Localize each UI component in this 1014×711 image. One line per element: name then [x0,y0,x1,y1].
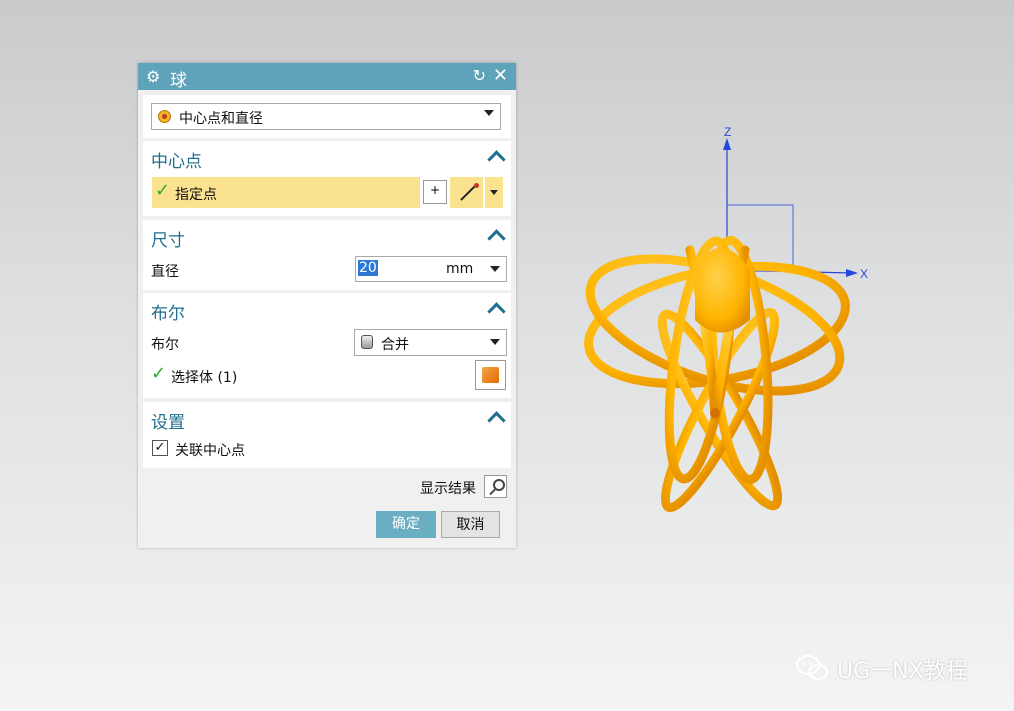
check-icon: ✓ [151,363,167,384]
specify-point-row[interactable]: ✓ 指定点 [152,177,420,208]
diameter-unit[interactable]: mm [446,261,473,277]
model-canvas[interactable]: Z X [560,110,890,540]
close-icon[interactable]: ✕ [493,65,508,86]
select-body-button[interactable] [475,360,506,390]
point-dot-icon [474,183,479,188]
unite-icon [361,335,373,349]
select-body-label[interactable]: 选择体 (1) [171,367,237,387]
type-panel: 中心点和直径 [143,95,511,138]
size-section: 尺寸 直径 20 mm [143,220,511,290]
collapse-chevron-icon[interactable] [487,150,506,169]
center-point-marker [710,408,720,418]
x-axis-label: X [860,267,868,281]
diameter-label: 直径 [151,264,179,280]
dialog-title: 球 [170,71,187,91]
ok-button[interactable]: 确定 [376,511,436,538]
center-point-section-title: 中心点 [151,152,202,172]
chevron-down-icon [484,110,494,116]
size-section-title: 尺寸 [151,231,185,251]
diameter-value[interactable]: 20 [358,260,378,276]
chevron-down-icon[interactable] [490,266,500,272]
sphere-dialog: ⚙ 球 ↻ ✕ 中心点和直径 中心点 ✓ 指定点 + 尺寸 直径 20 mm 布… [138,63,516,548]
dialog-titlebar: ⚙ 球 ↻ ✕ [138,63,516,91]
collapse-chevron-icon[interactable] [487,229,506,248]
solid-body-icon [482,367,499,383]
check-icon: ✓ [155,180,171,201]
watermark-text: UG一NX教程 [837,659,968,684]
center-point-section: 中心点 ✓ 指定点 + [143,141,511,216]
gear-icon: ⚙ [146,67,161,86]
boolean-section: 布尔 布尔 合并 ✓ 选择体 (1) [143,293,511,398]
associative-center-checkbox[interactable]: ✓ [152,440,168,456]
diameter-input[interactable]: 20 mm [355,256,507,282]
chevron-down-icon [490,190,498,195]
z-axis-label: Z [724,125,731,139]
show-result-button[interactable] [484,475,507,498]
settings-section-title: 设置 [151,413,185,433]
point-line-icon [460,185,476,201]
chevron-down-icon [490,339,500,345]
z-axis-arrow [723,138,731,150]
point-dialog-button[interactable]: + [423,180,447,204]
reset-icon[interactable]: ↻ [473,66,486,85]
boolean-label: 布尔 [151,337,179,353]
inferred-point-button[interactable] [450,177,483,208]
collapse-chevron-icon[interactable] [487,302,506,321]
cancel-button[interactable]: 取消 [441,511,500,538]
wechat-icon [796,655,828,680]
boolean-select[interactable]: 合并 [354,329,507,356]
collapse-chevron-icon[interactable] [487,411,506,430]
x-axis-arrow [846,269,858,277]
settings-section: 设置 ✓ 关联中心点 [143,402,511,468]
point-type-dropdown[interactable] [485,177,503,208]
graphics-viewport[interactable]: Z X [560,110,890,540]
associative-center-label: 关联中心点 [175,443,245,459]
center-diameter-icon [158,110,171,123]
sphere-type-select[interactable]: 中心点和直径 [151,103,501,130]
sphere-type-value: 中心点和直径 [179,111,263,127]
show-result-label: 显示结果 [420,481,476,497]
boolean-value: 合并 [381,337,409,353]
specify-point-label: 指定点 [175,187,217,203]
boolean-section-title: 布尔 [151,304,185,324]
